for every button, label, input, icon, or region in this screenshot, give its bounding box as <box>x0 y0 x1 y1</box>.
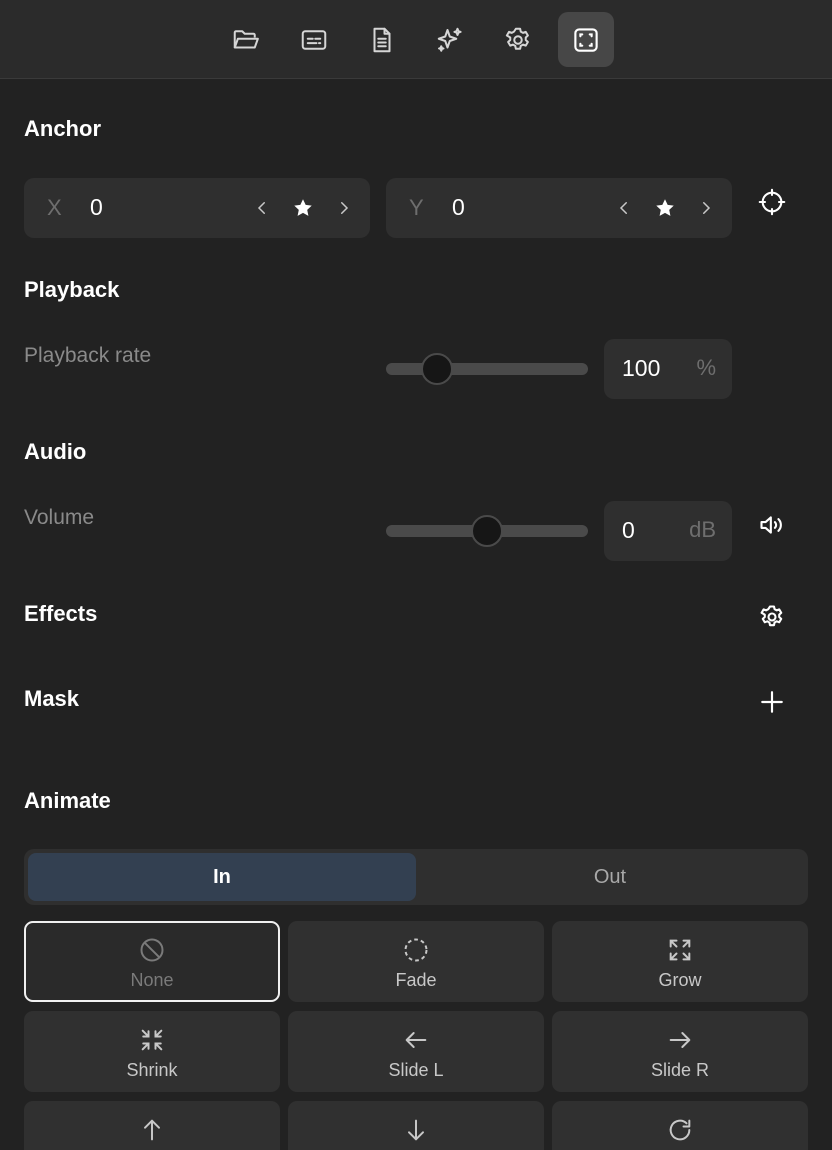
anchor-x-field[interactable]: X 0 <box>24 178 370 238</box>
animation-label: Grow <box>658 970 702 990</box>
subtitles-icon <box>301 29 327 50</box>
gear-icon <box>760 605 783 627</box>
volume-label: Volume <box>24 506 95 529</box>
dashed-circle-icon <box>404 938 428 962</box>
tab-out[interactable]: Out <box>416 853 804 901</box>
animation-slide-up[interactable] <box>24 1101 280 1150</box>
star-icon <box>294 199 312 216</box>
add-mask-button[interactable] <box>754 684 790 720</box>
playback-title: Playback <box>24 277 120 302</box>
db-unit: dB <box>689 517 716 542</box>
volume-icon <box>760 516 782 534</box>
animation-rotate[interactable] <box>552 1101 808 1150</box>
shrink-icon <box>141 1029 163 1051</box>
sparkles-icon <box>437 27 462 52</box>
arrow-down-icon <box>408 1119 424 1141</box>
animation-none[interactable]: None <box>24 921 280 1002</box>
animate-in-out-toggle: In Out <box>24 849 808 905</box>
anchor-y-field[interactable]: Y 0 <box>386 178 732 238</box>
subtitles-tab[interactable] <box>286 12 342 67</box>
animation-label: Shrink <box>126 1060 178 1080</box>
anchor-title: Anchor <box>24 116 101 141</box>
mute-button[interactable] <box>754 507 790 543</box>
anchor-y-value[interactable]: 0 <box>452 194 465 221</box>
star-icon <box>656 199 674 216</box>
audio-title: Audio <box>24 439 87 464</box>
volume-input[interactable]: 0 dB <box>604 501 732 561</box>
arrow-left-icon <box>405 1032 427 1048</box>
animation-slide-left[interactable]: Slide L <box>288 1011 544 1092</box>
x-next-keyframe-button[interactable] <box>329 193 359 223</box>
document-icon <box>373 27 391 52</box>
arrow-right-icon <box>669 1032 691 1048</box>
gear-icon <box>505 27 529 50</box>
chevron-right-icon <box>703 202 711 214</box>
folder-tab[interactable] <box>218 12 274 67</box>
animation-label: Slide R <box>650 1060 710 1080</box>
top-toolbar <box>0 0 832 79</box>
mask-title: Mask <box>24 686 80 711</box>
arrow-up-icon <box>144 1119 160 1141</box>
frame-icon <box>574 27 598 52</box>
volume-value[interactable]: 0 <box>622 517 635 544</box>
animation-shrink[interactable]: Shrink <box>24 1011 280 1092</box>
rotate-icon <box>669 1119 691 1141</box>
percent-unit: % <box>696 355 716 380</box>
y-keyframe-button[interactable] <box>650 193 680 223</box>
animation-label: Fade <box>395 970 437 990</box>
animate-title: Animate <box>24 788 111 813</box>
anchor-x-value[interactable]: 0 <box>90 194 103 221</box>
volume-slider[interactable] <box>386 515 588 547</box>
effects-settings-button[interactable] <box>754 599 790 635</box>
animation-label: Slide L <box>388 1060 444 1080</box>
x-keyframe-button[interactable] <box>288 193 318 223</box>
y-prev-keyframe-button[interactable] <box>609 193 639 223</box>
ban-icon <box>140 938 164 962</box>
chevron-right-icon <box>341 202 349 214</box>
playback-rate-slider[interactable] <box>386 353 588 385</box>
x-axis-label: X <box>47 195 62 220</box>
animation-grow[interactable]: Grow <box>552 921 808 1002</box>
playback-rate-label: Playback rate <box>24 344 152 367</box>
playback-rate-input[interactable]: 100 % <box>604 339 732 399</box>
folder-icon <box>233 29 259 48</box>
playback-rate-thumb[interactable] <box>420 353 453 385</box>
effects-title: Effects <box>24 601 98 626</box>
document-tab[interactable] <box>354 12 410 67</box>
tab-in[interactable]: In <box>28 853 416 901</box>
animation-slide-down[interactable] <box>288 1101 544 1150</box>
y-axis-label: Y <box>409 195 424 220</box>
plus-icon <box>761 691 783 713</box>
animation-label: None <box>130 970 174 990</box>
x-prev-keyframe-button[interactable] <box>247 193 277 223</box>
expand-icon <box>669 939 691 961</box>
y-next-keyframe-button[interactable] <box>691 193 721 223</box>
sparkles-tab[interactable] <box>422 12 478 67</box>
settings-tab[interactable] <box>490 12 546 67</box>
chevron-left-icon <box>257 202 265 214</box>
playback-rate-value[interactable]: 100 <box>622 355 660 382</box>
anchor-target-button[interactable] <box>754 184 790 220</box>
chevron-left-icon <box>619 202 627 214</box>
animation-slide-right[interactable]: Slide R <box>552 1011 808 1092</box>
crosshair-icon <box>758 188 786 216</box>
frame-tab[interactable] <box>558 12 614 67</box>
volume-thumb[interactable] <box>471 515 503 547</box>
animation-fade[interactable]: Fade <box>288 921 544 1002</box>
